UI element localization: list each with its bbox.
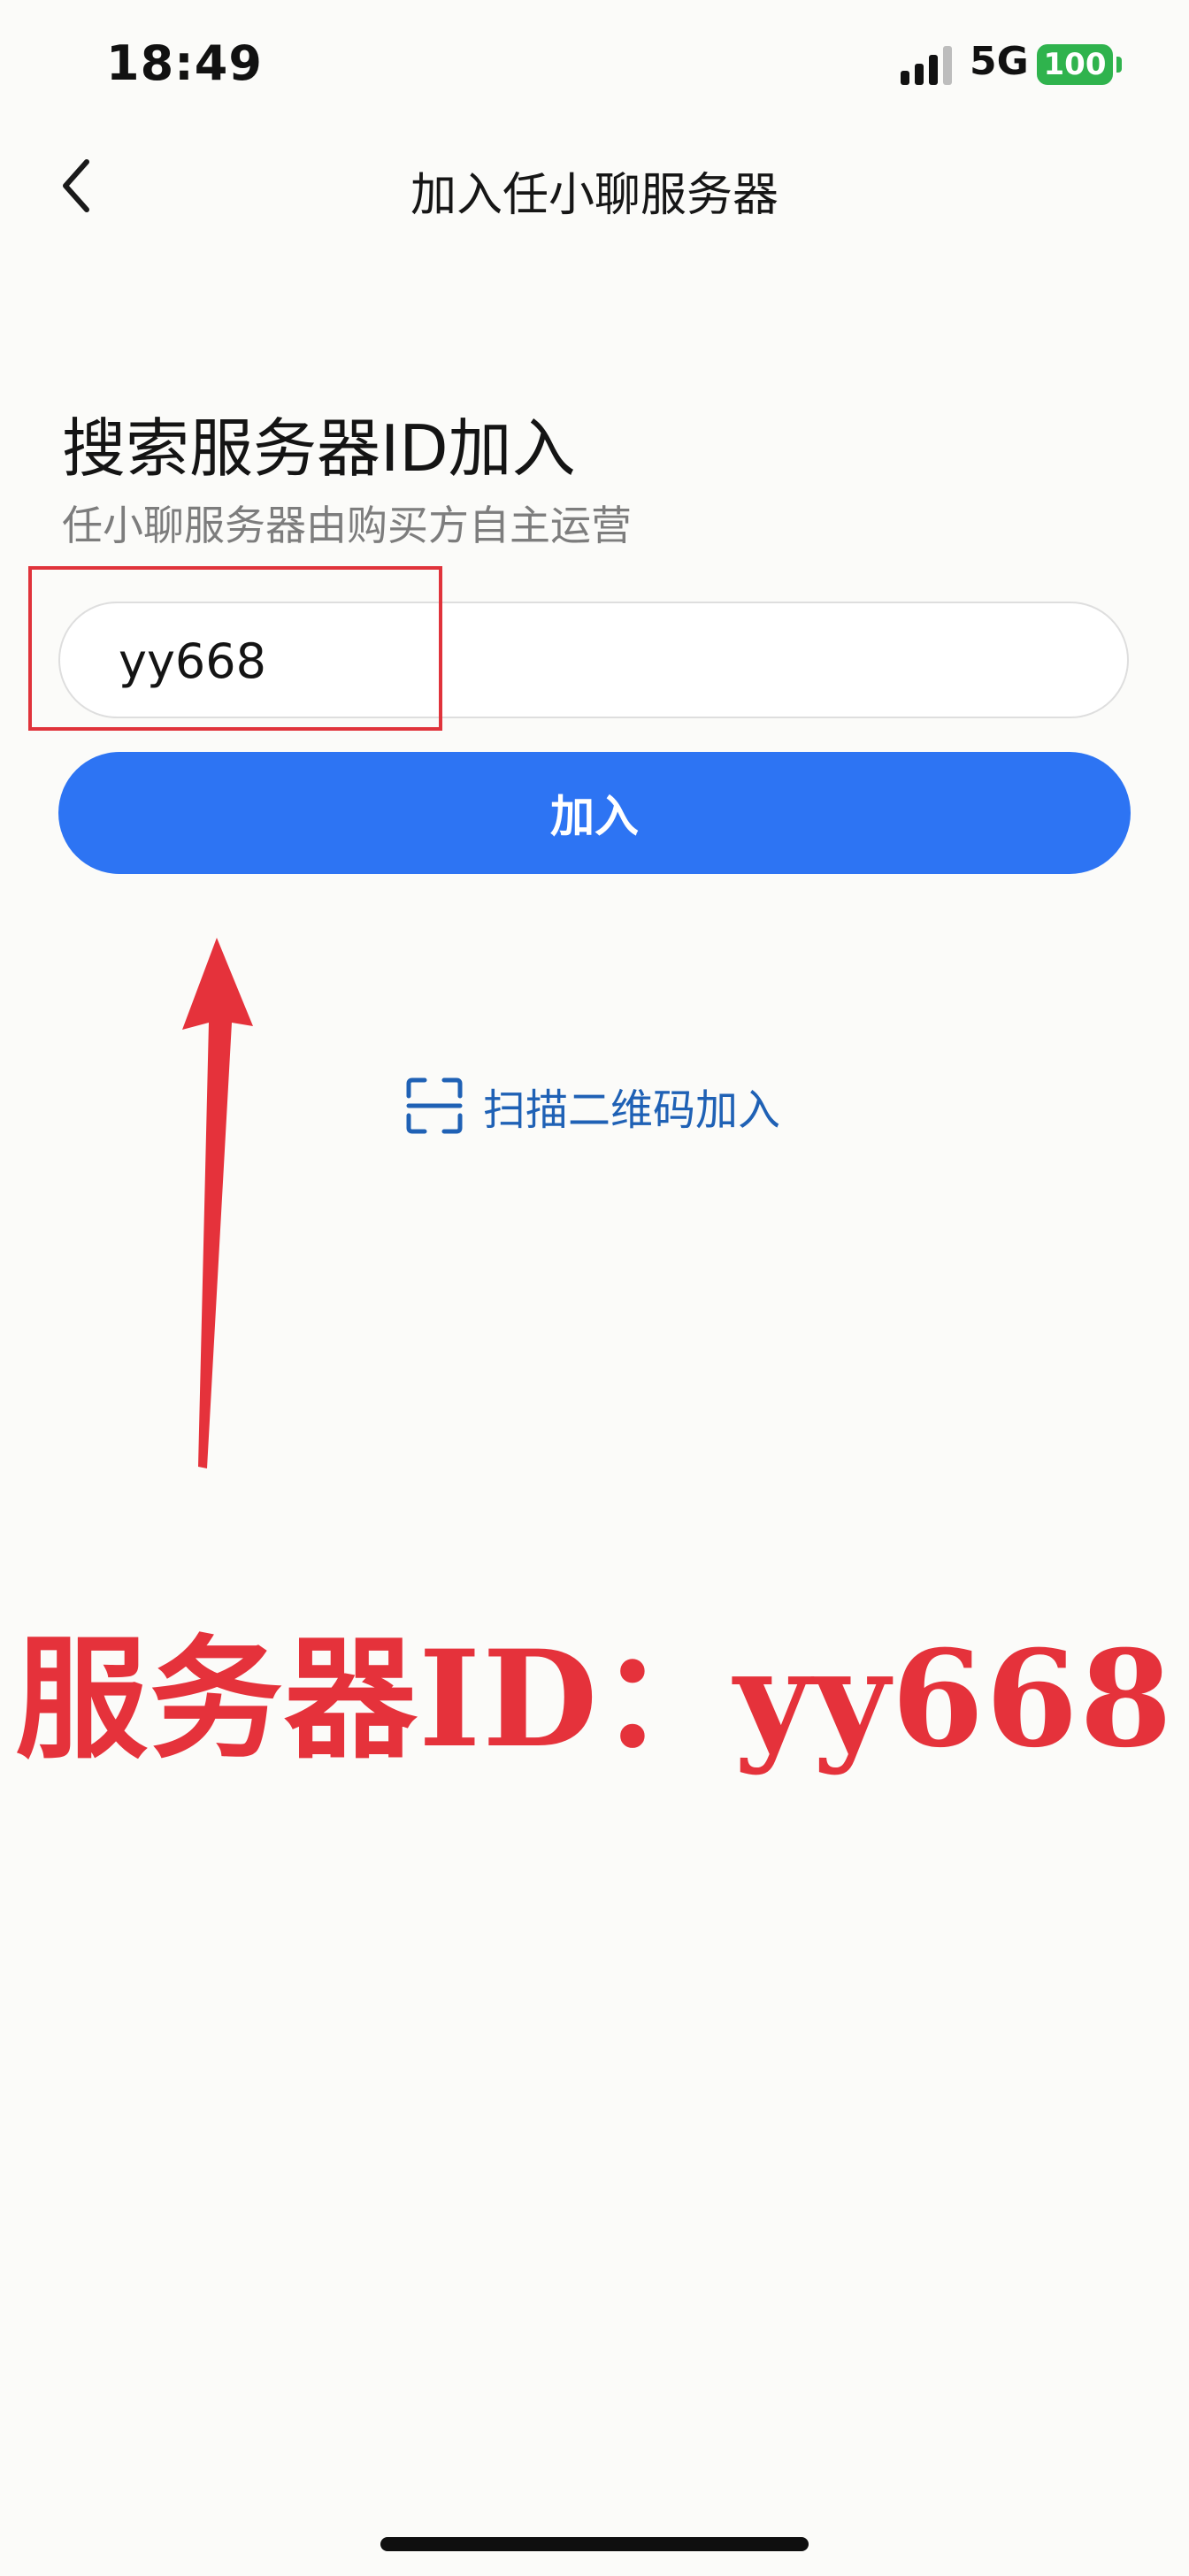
battery-tip xyxy=(1116,57,1122,73)
battery-level: 100 xyxy=(1043,47,1107,82)
join-button[interactable]: 加入 xyxy=(58,752,1131,874)
annotation-arrow-icon xyxy=(182,938,253,1468)
scan-qr-label: 扫描二维码加入 xyxy=(483,1085,781,1135)
section-heading: 搜索服务器ID加入 xyxy=(62,411,576,486)
section-subheading: 任小聊服务器由购买方自主运营 xyxy=(62,502,632,549)
status-bar: 18:49 5G 100 xyxy=(0,0,1189,133)
battery-icon: 100 xyxy=(1037,44,1113,85)
network-type: 5G xyxy=(970,39,1029,84)
cellular-signal-icon xyxy=(901,46,952,85)
status-time: 18:49 xyxy=(106,35,263,91)
page-title: 加入任小聊服务器 xyxy=(410,169,779,222)
annotation-highlight-box xyxy=(28,566,442,731)
home-indicator[interactable] xyxy=(380,2537,809,2551)
qr-scan-icon xyxy=(406,1077,463,1134)
scan-qr-link[interactable]: 扫描二维码加入 xyxy=(405,1072,780,1139)
annotation-caption: 服务器ID：yy668 xyxy=(15,1622,1174,1777)
